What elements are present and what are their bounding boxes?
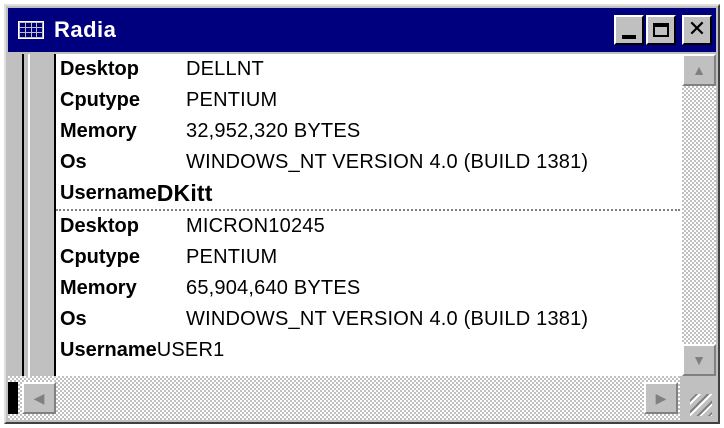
field-value: DKitt <box>156 180 213 206</box>
field-label: Os <box>60 308 87 330</box>
app-grid-icon[interactable] <box>18 21 44 39</box>
resize-grip[interactable] <box>680 376 716 420</box>
arrow-right-icon: ▶ <box>655 389 667 406</box>
field-label: Memory <box>60 120 137 142</box>
field-row-os: Os WINDOWS_NT VERSION 4.0 (BUILD 1381) <box>56 304 680 335</box>
minimize-button[interactable] <box>614 15 644 45</box>
field-row-username: Username USER1 <box>56 335 680 366</box>
field-value: DELLNT <box>186 58 264 80</box>
field-row-desktop: Desktop DELLNT <box>56 54 680 85</box>
scroll-right-button[interactable]: ▶ <box>644 382 678 414</box>
field-label: Username <box>60 339 157 361</box>
record-marker-block <box>8 382 18 414</box>
field-value: PENTIUM <box>186 89 278 111</box>
vertical-scrollbar[interactable]: ▲ ▼ <box>682 54 716 376</box>
maximize-button[interactable] <box>646 15 676 45</box>
field-label: Cputype <box>60 89 140 111</box>
arrow-left-icon: ◀ <box>33 389 45 406</box>
close-icon: ✕ <box>687 17 707 42</box>
field-row-username: Username DKitt <box>56 178 680 209</box>
field-label: Memory <box>60 277 137 299</box>
field-row-memory: Memory 32,952,320 BYTES <box>56 116 680 147</box>
record-selector-1[interactable] <box>8 54 56 228</box>
field-label: Desktop <box>60 58 139 80</box>
field-label: Username <box>60 182 157 204</box>
field-value: MICRON10245 <box>186 215 325 237</box>
title-bar[interactable]: Radia ✕ <box>8 8 716 52</box>
field-value: WINDOWS_NT VERSION 4.0 (BUILD 1381) <box>186 151 589 173</box>
field-value: WINDOWS_NT VERSION 4.0 (BUILD 1381) <box>186 308 589 330</box>
field-value: 65,904,640 BYTES <box>186 277 361 299</box>
client-area: Desktop DELLNT Cputype PENTIUM Memory 32… <box>8 54 716 420</box>
field-row-cputype: Cputype PENTIUM <box>56 242 680 273</box>
field-value: PENTIUM <box>186 246 278 268</box>
field-row-os: Os WINDOWS_NT VERSION 4.0 (BUILD 1381) <box>56 147 680 178</box>
record-1[interactable]: Desktop DELLNT Cputype PENTIUM Memory 32… <box>56 54 680 211</box>
arrow-up-icon: ▲ <box>692 62 706 78</box>
field-label: Cputype <box>60 246 140 268</box>
field-row-memory: Memory 65,904,640 BYTES <box>56 273 680 304</box>
horizontal-scrollbar[interactable]: ◀ ▶ <box>8 376 716 420</box>
maximize-icon <box>653 23 669 37</box>
scroll-up-button[interactable]: ▲ <box>682 54 716 86</box>
window-title: Radia <box>54 17 117 42</box>
record-selector-gutter <box>8 54 56 390</box>
minimize-icon <box>622 35 636 39</box>
field-value: USER1 <box>156 339 225 361</box>
record-selector-2[interactable] <box>8 228 56 390</box>
field-label: Desktop <box>60 215 139 237</box>
radia-window: Radia ✕ Desktop DELLNT Cputype PENTIUM M… <box>4 4 720 424</box>
field-row-desktop: Desktop MICRON10245 <box>56 211 680 242</box>
record-2[interactable]: Desktop MICRON10245 Cputype PENTIUM Memo… <box>56 211 680 366</box>
field-value: 32,952,320 BYTES <box>186 120 361 142</box>
records-list: Desktop DELLNT Cputype PENTIUM Memory 32… <box>56 54 680 376</box>
scroll-down-button[interactable]: ▼ <box>682 344 716 376</box>
field-label: Os <box>60 151 87 173</box>
field-row-cputype: Cputype PENTIUM <box>56 85 680 116</box>
scroll-left-button[interactable]: ◀ <box>22 382 56 414</box>
close-button[interactable]: ✕ <box>682 15 712 45</box>
arrow-down-icon: ▼ <box>692 352 706 368</box>
